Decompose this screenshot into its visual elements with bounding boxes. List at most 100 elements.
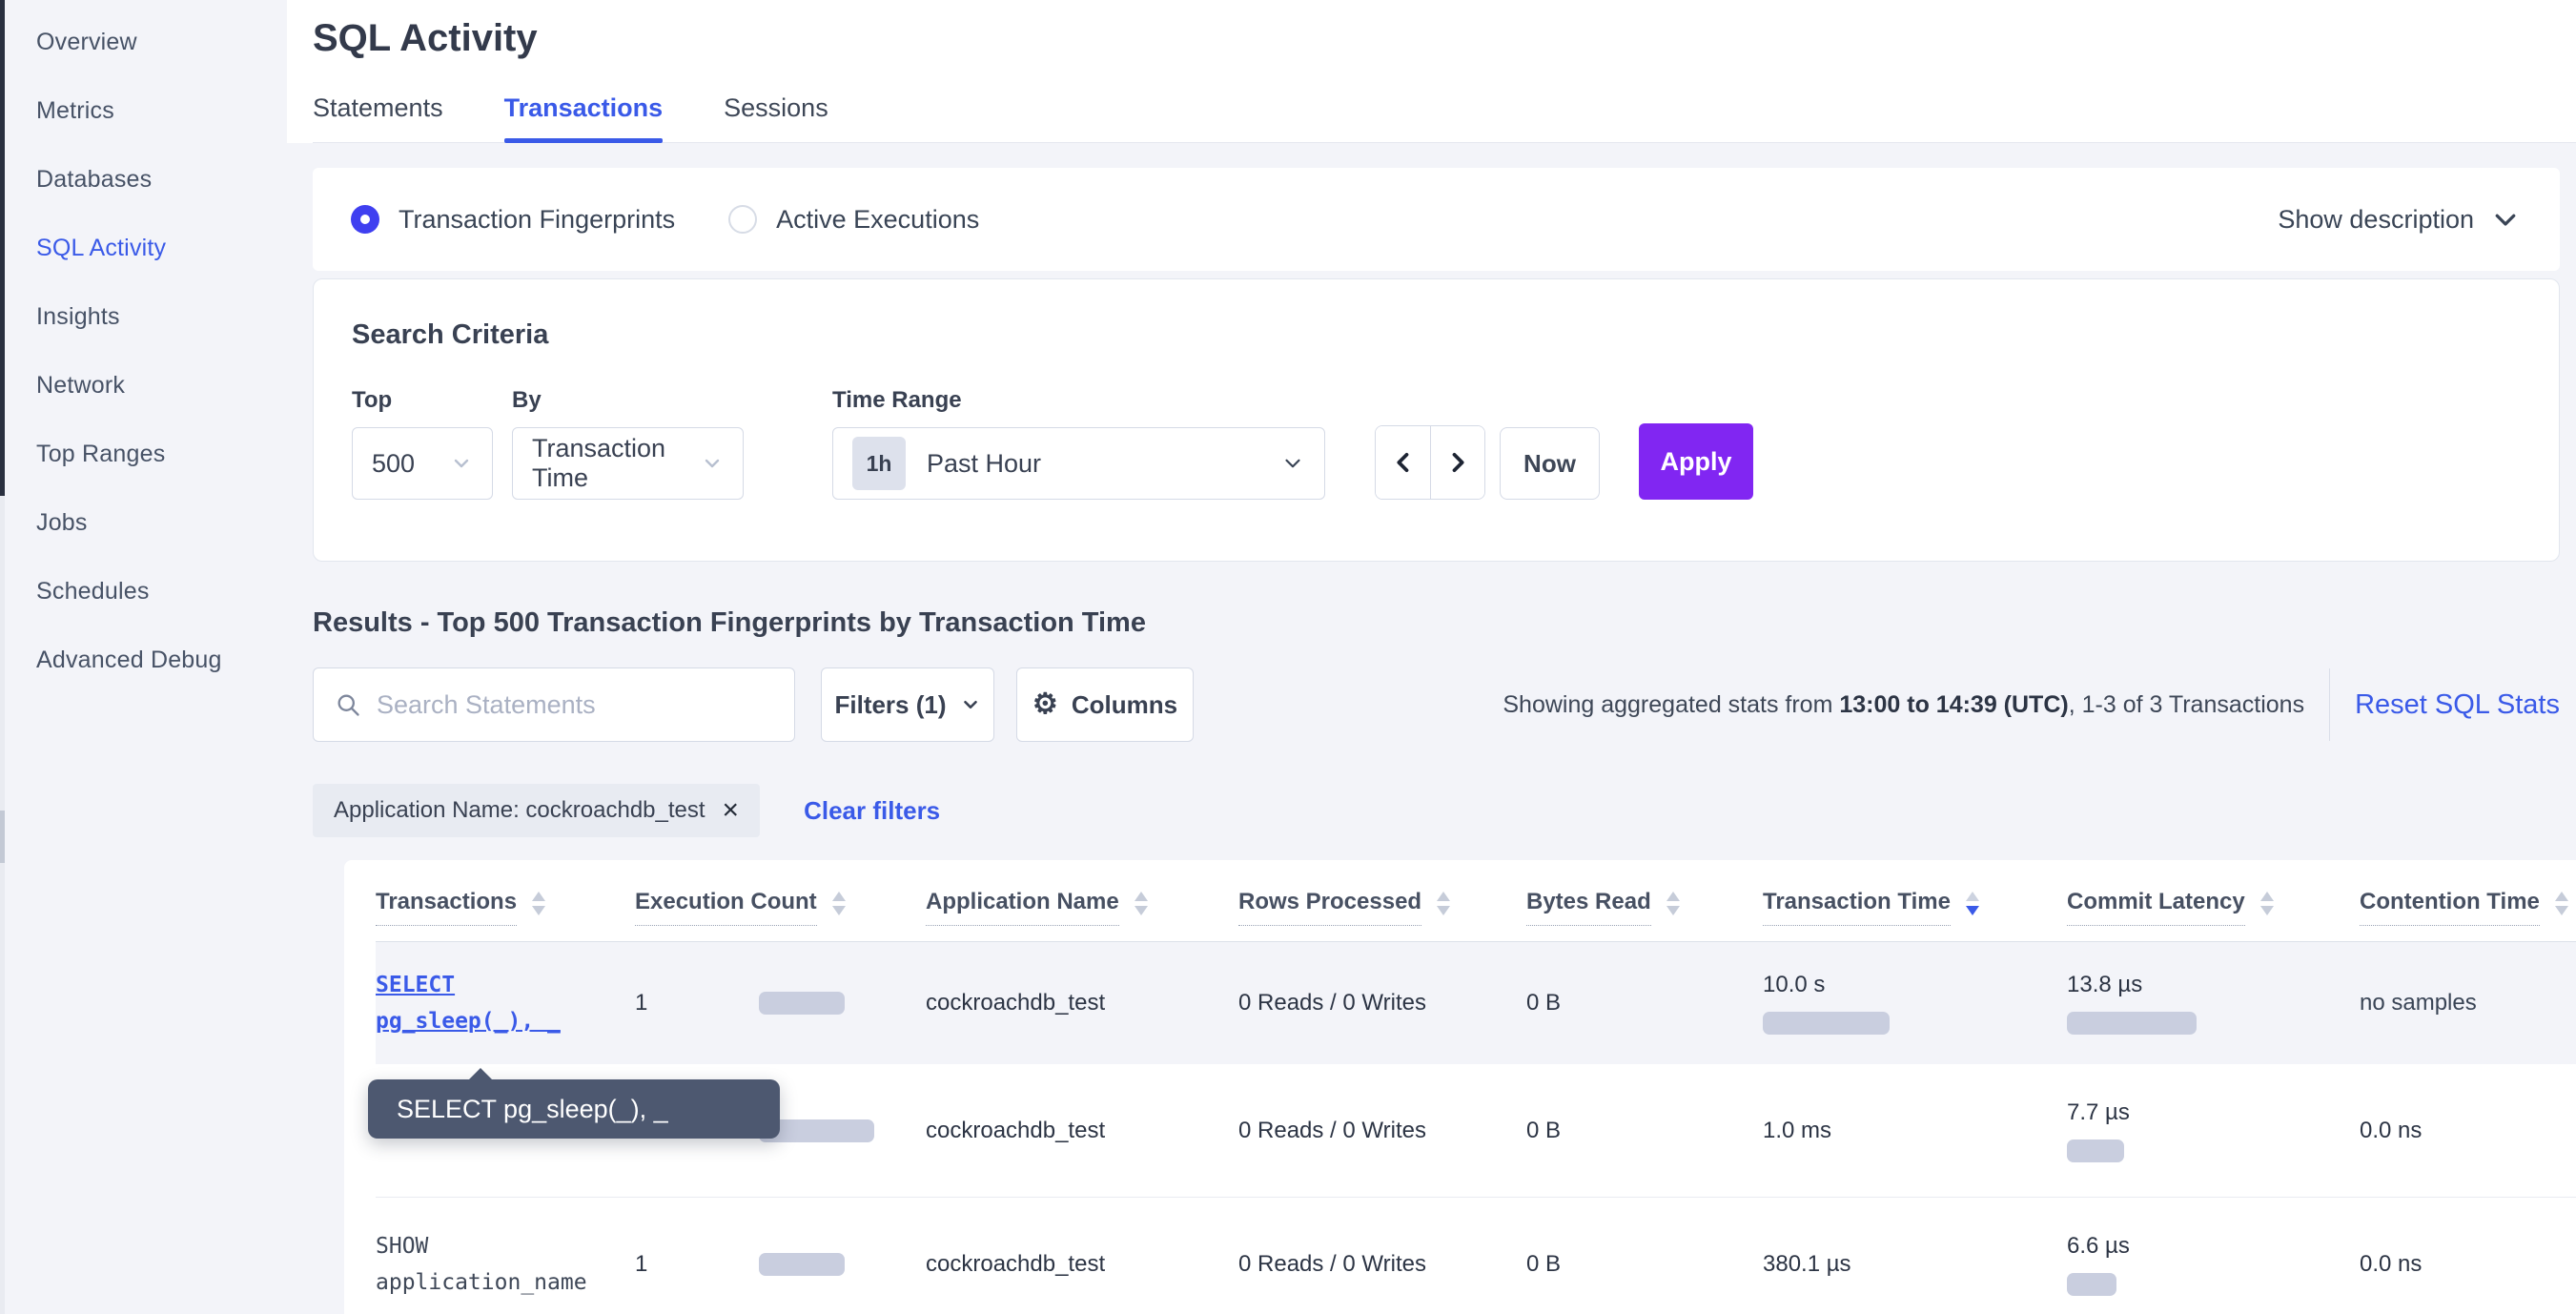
view-toggle-bar: Transaction Fingerprints Active Executio… <box>313 168 2560 271</box>
search-icon <box>335 691 361 718</box>
sidebar-item-overview[interactable]: Overview <box>5 8 287 76</box>
transaction-time-cell: 1.0 ms <box>1763 1118 2067 1144</box>
column-header-contention-time[interactable]: Contention Time <box>2360 889 2576 926</box>
chevron-down-icon <box>450 452 473 475</box>
scrollbar-thumb[interactable] <box>0 811 5 863</box>
table-row: SELECT pg_sleep(_), _ SELECT pg_sleep(_)… <box>376 942 2576 1064</box>
execution-count-cell: 1 <box>635 1251 926 1278</box>
stats-area: Showing aggregated stats from 13:00 to 1… <box>1503 668 2560 741</box>
search-box <box>313 667 795 742</box>
column-header-application-name[interactable]: Application Name <box>926 889 1238 926</box>
commit-latency-cell: 6.6 µs <box>2067 1233 2360 1296</box>
time-range-select[interactable]: 1h Past Hour <box>832 427 1325 500</box>
sort-desc-icon <box>1966 892 1979 915</box>
column-header-transactions[interactable]: Transactions <box>376 889 635 926</box>
commit-latency-bar <box>2067 1273 2116 1296</box>
tab-sessions[interactable]: Sessions <box>724 93 828 142</box>
sidebar-item-metrics[interactable]: Metrics <box>5 76 287 145</box>
application-name-cell: cockroachdb_test <box>926 1251 1238 1278</box>
sidebar-item-network[interactable]: Network <box>5 351 287 420</box>
rows-processed-cell: 0 Reads / 0 Writes <box>1238 990 1526 1016</box>
left-edge-strip <box>0 0 5 1314</box>
filters-button[interactable]: Filters (1) <box>821 667 994 742</box>
main-area: SQL Activity Statements Transactions Ses… <box>287 0 2576 1314</box>
sort-icon <box>2555 892 2568 915</box>
main-header: SQL Activity Statements Transactions Ses… <box>287 0 2576 143</box>
filters-button-label: Filters (1) <box>834 690 946 720</box>
rows-processed-cell: 0 Reads / 0 Writes <box>1238 1118 1526 1144</box>
columns-button-label: Columns <box>1072 690 1177 720</box>
sidebar-item-schedules[interactable]: Schedules <box>5 557 287 626</box>
close-icon[interactable]: × <box>723 796 740 825</box>
search-criteria-card: Search Criteria Top 500 By <box>313 278 2560 562</box>
column-header-execution-count[interactable]: Execution Count <box>635 889 926 926</box>
table-row: SHOW application_name 1 cockroachdb_test… <box>376 1198 2576 1314</box>
results-heading: Results - Top 500 Transaction Fingerprin… <box>313 607 2560 639</box>
sidebar-item-top-ranges[interactable]: Top Ranges <box>5 420 287 488</box>
left-nav-edge <box>0 0 5 496</box>
sort-icon <box>1135 892 1148 915</box>
column-header-transaction-time[interactable]: Transaction Time <box>1763 889 2067 926</box>
show-description-label: Show description <box>2278 205 2474 235</box>
transaction-time-cell: 380.1 µs <box>1763 1251 2067 1278</box>
contention-time-cell: 0.0 ns <box>2360 1251 2576 1278</box>
execution-count-bar <box>759 992 845 1015</box>
page-title: SQL Activity <box>313 15 2576 61</box>
sort-icon <box>1437 892 1450 915</box>
table-header-row: Transactions Execution Count Application… <box>376 873 2576 942</box>
app-root: Overview Metrics Databases SQL Activity … <box>0 0 2576 1314</box>
transaction-fingerprint-text[interactable]: SHOW application_name <box>376 1234 587 1295</box>
next-time-button[interactable] <box>1430 426 1484 499</box>
previous-time-button[interactable] <box>1376 426 1430 499</box>
transaction-cell: SHOW application_name <box>376 1228 635 1301</box>
time-range-badge: 1h <box>852 437 906 490</box>
now-button[interactable]: Now <box>1500 427 1600 500</box>
top-select[interactable]: 500 <box>352 427 493 500</box>
sidebar-item-databases[interactable]: Databases <box>5 145 287 214</box>
transaction-cell: SELECT pg_sleep(_), _ SELECT pg_sleep(_)… <box>376 967 635 1039</box>
filter-chip-label: Application Name: cockroachdb_test <box>334 797 705 824</box>
radio-unselected-icon <box>728 205 757 234</box>
chevron-down-icon <box>1280 451 1305 476</box>
columns-button[interactable]: ⚙ Columns <box>1016 667 1194 742</box>
transaction-fingerprint-link[interactable]: SELECT pg_sleep(_), _ <box>376 973 561 1034</box>
rows-processed-cell: 0 Reads / 0 Writes <box>1238 1251 1526 1278</box>
search-criteria-row: Top 500 By Transaction Time <box>352 360 2521 500</box>
aggregated-stats-text: Showing aggregated stats from 13:00 to 1… <box>1503 691 2304 719</box>
by-select[interactable]: Transaction Time <box>512 427 744 500</box>
sidebar-item-insights[interactable]: Insights <box>5 282 287 351</box>
time-range-label: Time Range <box>832 387 1325 414</box>
filter-chips-row: Application Name: cockroachdb_test × Cle… <box>313 784 2560 837</box>
sidebar-item-sql-activity[interactable]: SQL Activity <box>5 214 287 282</box>
show-description-toggle[interactable]: Show description <box>2278 205 2520 235</box>
tab-statements[interactable]: Statements <box>313 93 443 142</box>
radio-label: Active Executions <box>776 205 979 235</box>
sidebar-item-jobs[interactable]: Jobs <box>5 488 287 557</box>
radio-transaction-fingerprints[interactable]: Transaction Fingerprints <box>351 205 675 235</box>
tooltip-text: SELECT pg_sleep(_), _ <box>397 1095 668 1124</box>
column-header-rows-processed[interactable]: Rows Processed <box>1238 889 1526 926</box>
view-toggle-options: Transaction Fingerprints Active Executio… <box>351 205 979 235</box>
time-range-value: Past Hour <box>927 449 1041 479</box>
reset-sql-stats-link[interactable]: Reset SQL Stats <box>2355 689 2560 721</box>
chevron-down-icon <box>2491 205 2520 234</box>
clear-filters-link[interactable]: Clear filters <box>804 796 940 826</box>
radio-active-executions[interactable]: Active Executions <box>728 205 979 235</box>
search-input[interactable] <box>377 690 773 720</box>
tab-transactions[interactable]: Transactions <box>504 93 664 142</box>
sort-icon <box>532 892 545 915</box>
top-select-value: 500 <box>372 449 415 479</box>
radio-selected-icon <box>351 205 379 234</box>
application-name-cell: cockroachdb_test <box>926 990 1238 1016</box>
sidebar-item-advanced-debug[interactable]: Advanced Debug <box>5 626 287 694</box>
transaction-time-cell: 10.0 s <box>1763 972 2067 1035</box>
results-controls-row: Filters (1) ⚙ Columns Showing aggregated… <box>313 667 2560 742</box>
chevron-right-icon <box>1444 449 1471 476</box>
apply-button[interactable]: Apply <box>1639 423 1753 500</box>
transaction-time-bar <box>1763 1012 1890 1035</box>
column-header-bytes-read[interactable]: Bytes Read <box>1526 889 1763 926</box>
commit-latency-bar <box>2067 1139 2124 1162</box>
column-header-commit-latency[interactable]: Commit Latency <box>2067 889 2360 926</box>
contention-time-cell: no samples <box>2360 990 2576 1016</box>
sort-icon <box>2260 892 2274 915</box>
